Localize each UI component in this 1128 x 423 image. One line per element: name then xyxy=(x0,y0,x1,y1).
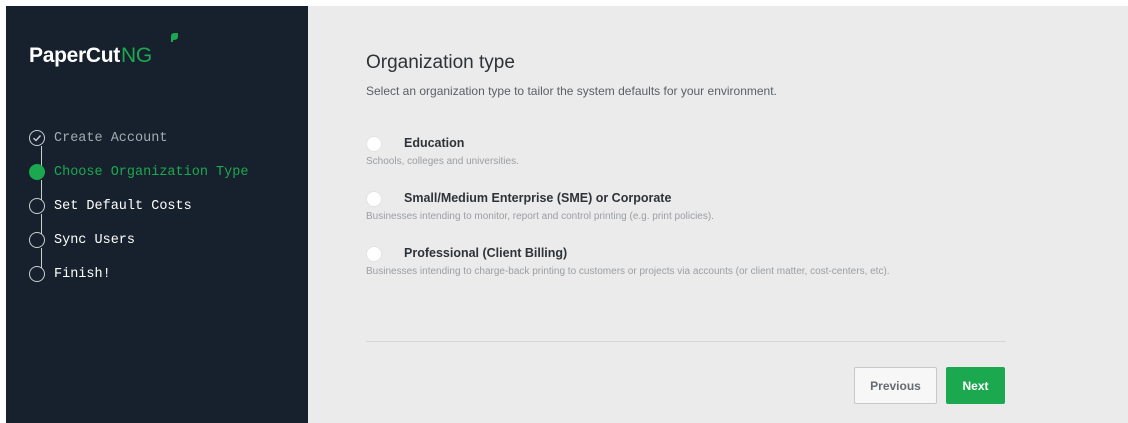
step-label: Sync Users xyxy=(54,232,136,248)
step-create-account[interactable]: Create Account xyxy=(29,128,299,148)
empty-circle-icon xyxy=(29,266,45,282)
step-label: Choose Organization Type xyxy=(54,164,249,180)
leaf-icon xyxy=(171,33,178,42)
option-label[interactable]: Education xyxy=(404,136,464,150)
empty-circle-icon xyxy=(29,198,45,214)
previous-button[interactable]: Previous xyxy=(854,367,937,404)
option-description: Schools, colleges and universities. xyxy=(366,156,519,167)
radio-education[interactable] xyxy=(366,136,382,152)
check-circle-icon xyxy=(29,130,45,146)
papercut-logo: PaperCutNG xyxy=(29,44,152,68)
logo-suffix: NG xyxy=(120,44,152,67)
option-label[interactable]: Small/Medium Enterprise (SME) or Corpora… xyxy=(404,191,671,205)
step-finish[interactable]: Finish! xyxy=(29,264,299,284)
logo-text: PaperCut xyxy=(29,44,120,67)
filled-circle-icon xyxy=(29,164,45,180)
step-choose-organization-type[interactable]: Choose Organization Type xyxy=(29,162,299,182)
option-label[interactable]: Professional (Client Billing) xyxy=(404,246,567,260)
step-sync-users[interactable]: Sync Users xyxy=(29,230,299,250)
step-label: Set Default Costs xyxy=(54,198,192,214)
page-subtitle: Select an organization type to tailor th… xyxy=(366,84,777,98)
page-title: Organization type xyxy=(366,52,515,73)
step-label: Finish! xyxy=(54,266,111,282)
option-description: Businesses intending to charge-back prin… xyxy=(366,266,890,277)
radio-professional[interactable] xyxy=(366,246,382,262)
step-label: Create Account xyxy=(54,130,168,146)
step-set-default-costs[interactable]: Set Default Costs xyxy=(29,196,299,216)
radio-sme-corporate[interactable] xyxy=(366,191,382,207)
empty-circle-icon xyxy=(29,232,45,248)
option-description: Businesses intending to monitor, report … xyxy=(366,211,714,222)
next-button[interactable]: Next xyxy=(946,367,1005,404)
divider xyxy=(366,341,1006,342)
